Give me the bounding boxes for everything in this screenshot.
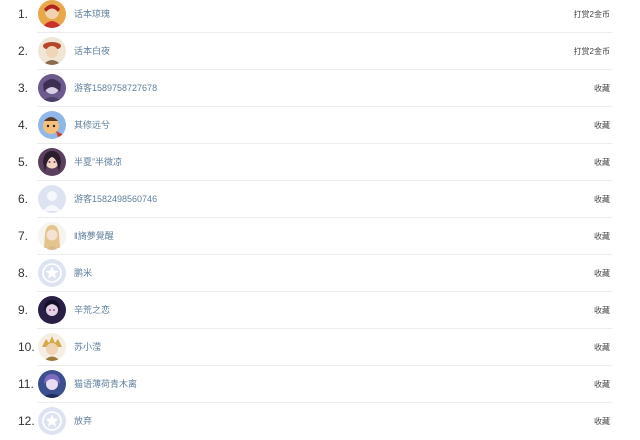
list-item: 10. 苏小滢 收藏 — [0, 329, 640, 366]
rank-number: 6. — [18, 192, 29, 206]
action-text: 收藏 — [594, 158, 610, 167]
action-text: 收藏 — [594, 306, 610, 315]
action-text: 收藏 — [594, 195, 610, 204]
list-item: 7. ‖旖夢覺醒 收藏 — [0, 218, 640, 255]
user-name-link[interactable]: 话本白夜 — [74, 33, 110, 70]
action-text: 打赏2金币 — [573, 10, 610, 19]
dark-hair-girl-avatar-icon[interactable] — [38, 148, 66, 176]
cartoon-face-avatar-icon[interactable] — [38, 111, 66, 139]
dark-purple-avatar-icon[interactable] — [38, 296, 66, 324]
user-name-link[interactable]: ‖旖夢覺醒 — [74, 218, 114, 255]
action-text: 收藏 — [594, 417, 610, 426]
rank-number: 12. — [18, 414, 35, 428]
list-item: 12. 放弃 收藏 — [0, 403, 640, 440]
blonde-girl-avatar-icon[interactable] — [38, 222, 66, 250]
user-name-link[interactable]: 话本琼瑰 — [74, 0, 110, 33]
action-text: 收藏 — [594, 380, 610, 389]
rank-number: 4. — [18, 118, 29, 132]
action-text: 收藏 — [594, 121, 610, 130]
rank-number: 9. — [18, 303, 29, 317]
user-name-link[interactable]: 放弃 — [74, 403, 92, 440]
action-text: 收藏 — [594, 232, 610, 241]
rank-number: 7. — [18, 229, 29, 243]
default-star-avatar-icon[interactable] — [38, 407, 66, 435]
user-name-link[interactable]: 游客1589758727678 — [74, 70, 157, 107]
user-name-link[interactable]: 半夏”半微凉 — [74, 144, 122, 181]
golden-spiky-avatar-icon[interactable] — [38, 333, 66, 361]
list-item: 4. 其修远兮 收藏 — [0, 107, 640, 144]
purple-anime-avatar-icon[interactable] — [38, 74, 66, 102]
rank-number: 2. — [18, 44, 29, 58]
list-item: 5. 半夏”半微凉 收藏 — [0, 144, 640, 181]
user-name-link[interactable]: 鹏米 — [74, 255, 92, 292]
rank-number: 8. — [18, 266, 29, 280]
list-item: 3. 游客1589758727678 收藏 — [0, 70, 640, 107]
user-name-link[interactable]: 苏小滢 — [74, 329, 101, 366]
rank-number: 3. — [18, 81, 29, 95]
list-item: 11. 猫语薄荷青木离 收藏 — [0, 366, 640, 403]
list-item: 6. 游客1582498560746 收藏 — [0, 181, 640, 218]
list-item: 9. 辛荒之恋 收藏 — [0, 292, 640, 329]
fan-ranking-list: 1. 话本琼瑰 打赏2金币 2. 话本白夜 打赏2金币 3. 游客1589758… — [0, 0, 640, 440]
user-name-link[interactable]: 游客1582498560746 — [74, 181, 157, 218]
default-star-avatar-icon[interactable] — [38, 259, 66, 287]
user-name-link[interactable]: 辛荒之恋 — [74, 292, 110, 329]
list-item: 2. 话本白夜 打赏2金币 — [0, 33, 640, 70]
action-text: 打赏2金币 — [573, 47, 610, 56]
action-text: 收藏 — [594, 84, 610, 93]
list-item: 8. 鹏米 收藏 — [0, 255, 640, 292]
rank-number: 10. — [18, 340, 35, 354]
user-name-link[interactable]: 猫语薄荷青木离 — [74, 366, 137, 403]
rank-number: 11. — [18, 377, 34, 391]
action-text: 收藏 — [594, 343, 610, 352]
red-costume-avatar-icon[interactable] — [38, 0, 66, 28]
user-name-link[interactable]: 其修远兮 — [74, 107, 110, 144]
rank-number: 5. — [18, 155, 29, 169]
default-person-avatar-icon[interactable] — [38, 185, 66, 213]
blue-anime-avatar-icon[interactable] — [38, 370, 66, 398]
rank-number: 1. — [18, 7, 29, 21]
action-text: 收藏 — [594, 269, 610, 278]
hat-figure-avatar-icon[interactable] — [38, 37, 66, 65]
list-item: 1. 话本琼瑰 打赏2金币 — [0, 0, 640, 33]
